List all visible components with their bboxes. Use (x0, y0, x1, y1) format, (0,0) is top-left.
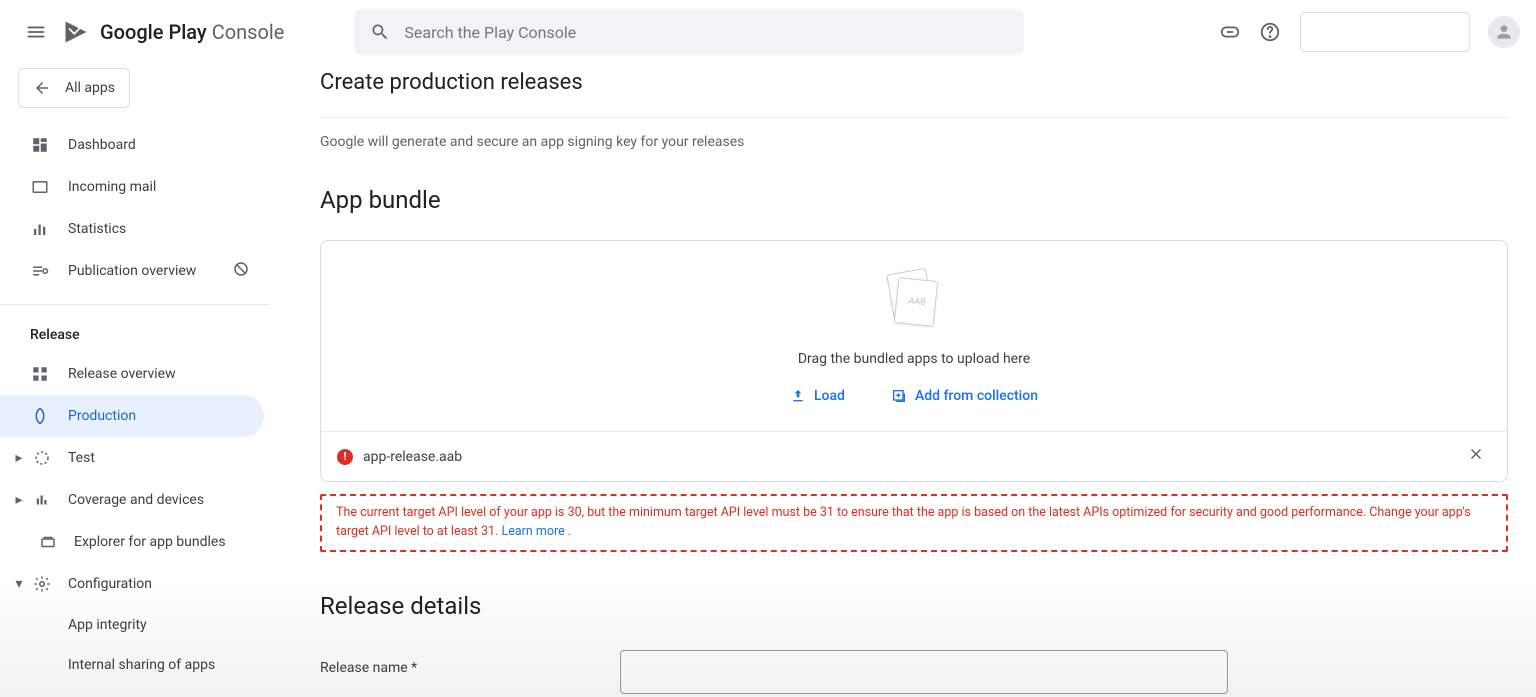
brand-label: Google Play Console (100, 20, 284, 44)
release-name-label: Release name * (320, 650, 620, 676)
close-icon (1467, 445, 1485, 463)
nav-internal-sharing[interactable]: Internal sharing of apps (0, 645, 270, 685)
library-add-icon (891, 388, 907, 404)
nav-bundle-explorer[interactable]: Explorer for app bundles (0, 521, 270, 563)
help-icon (1259, 21, 1281, 43)
nav-dashboard[interactable]: Dashboard (0, 124, 270, 166)
play-logo-icon (62, 18, 90, 46)
nav-section-release: Release (0, 317, 270, 353)
menu-icon (25, 21, 47, 43)
publish-status-icon (232, 260, 250, 282)
nav-label: Statistics (68, 221, 126, 237)
link-icon (1219, 21, 1241, 43)
release-name-input[interactable] (620, 650, 1228, 694)
chevron-right-icon: ▸ (14, 450, 24, 466)
nav-release-overview[interactable]: Release overview (0, 353, 270, 395)
release-details-heading: Release details (320, 592, 1508, 620)
account-switcher-dropdown[interactable] (1300, 12, 1470, 52)
search-icon (370, 22, 390, 42)
upload-icon (790, 388, 806, 404)
signing-key-text: Google will generate and secure an app s… (320, 134, 1508, 150)
upload-label: Load (814, 388, 845, 404)
nav-label: Dashboard (68, 137, 136, 153)
nav-label: Test (68, 450, 95, 466)
nav-label: Explorer for app bundles (74, 534, 226, 550)
nav-label: Incoming mail (68, 179, 156, 195)
search-bar[interactable] (354, 9, 1024, 55)
aab-file-icon: .AAB (886, 271, 942, 327)
bundle-icon (36, 533, 60, 551)
brand-logo[interactable]: Google Play Console (62, 18, 284, 46)
nav-production[interactable]: Production (0, 395, 264, 437)
nav-label: Release overview (68, 366, 176, 382)
stats-icon (30, 220, 50, 238)
nav-label: Production (68, 408, 136, 424)
upload-button[interactable]: Load (784, 387, 851, 405)
rocket-icon (30, 407, 50, 425)
publish-icon (30, 262, 50, 280)
hamburger-menu-button[interactable] (16, 12, 56, 52)
file-row: ! app-release.aab (321, 431, 1507, 481)
gear-icon (30, 575, 54, 593)
add-from-library-button[interactable]: Add from collection (885, 387, 1044, 405)
back-all-apps-button[interactable]: All apps (18, 68, 130, 108)
arrow-left-icon (33, 79, 51, 97)
devices-icon (30, 491, 54, 509)
upload-card: .AAB Drag the bundled apps to upload her… (320, 240, 1508, 482)
link-button[interactable] (1210, 12, 1250, 52)
learn-more-link[interactable]: Learn more (501, 524, 564, 539)
chevron-right-icon: ▸ (14, 492, 24, 508)
chevron-down-icon: ▾ (14, 576, 24, 592)
nav-statistics[interactable]: Statistics (0, 208, 270, 250)
testing-icon (30, 449, 54, 467)
nav-testing[interactable]: ▸ Test (0, 437, 270, 479)
file-name: app-release.aab (363, 449, 462, 465)
top-header: Google Play Console (0, 0, 1536, 64)
nav-label: App integrity (68, 617, 147, 633)
api-level-error-banner: The current target API level of your app… (320, 494, 1508, 552)
drag-prompt: Drag the bundled apps to upload here (798, 351, 1030, 367)
left-nav: All apps Dashboard Incoming mail Statist… (0, 64, 270, 697)
inbox-icon (30, 178, 50, 196)
help-button[interactable] (1250, 12, 1290, 52)
dashboard-icon (30, 136, 50, 154)
nav-app-integrity[interactable]: App integrity (0, 605, 270, 645)
nav-publishing-overview[interactable]: Publication overview (0, 250, 270, 292)
nav-inbox[interactable]: Incoming mail (0, 166, 270, 208)
overview-icon (30, 365, 50, 383)
user-avatar[interactable] (1488, 16, 1520, 48)
error-badge-icon: ! (337, 449, 353, 465)
person-icon (1494, 22, 1514, 42)
app-bundle-heading: App bundle (320, 186, 1508, 214)
search-input[interactable] (402, 22, 1008, 43)
nav-label: Internal sharing of apps (68, 657, 215, 673)
nav-label: Coverage and devices (68, 492, 204, 508)
nav-label: Configuration (68, 576, 152, 592)
nav-setup[interactable]: ▾ Configuration (0, 563, 270, 605)
back-label: All apps (65, 80, 115, 96)
library-label: Add from collection (915, 388, 1038, 404)
remove-file-button[interactable] (1461, 444, 1491, 469)
nav-label: Publication overview (68, 263, 196, 279)
page-title: Create production releases (320, 70, 1508, 95)
nav-reach-devices[interactable]: ▸ Coverage and devices (0, 479, 270, 521)
upload-dropzone[interactable]: .AAB Drag the bundled apps to upload her… (321, 241, 1507, 431)
main-content: Create production releases Google will g… (320, 64, 1508, 697)
